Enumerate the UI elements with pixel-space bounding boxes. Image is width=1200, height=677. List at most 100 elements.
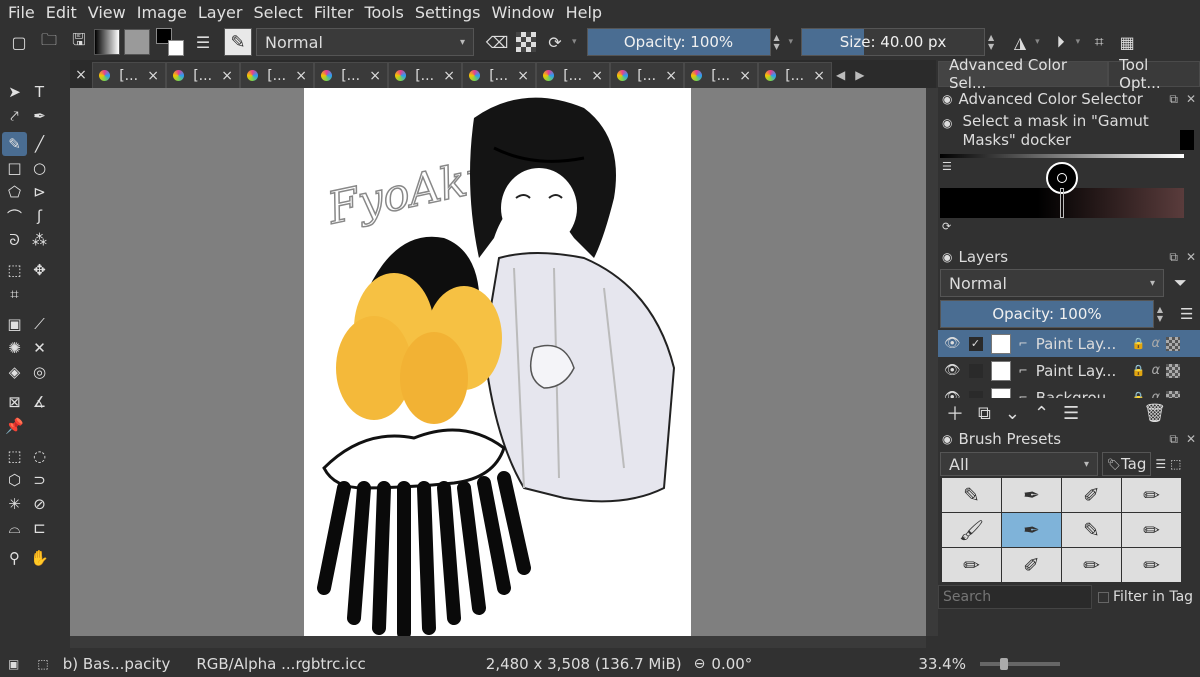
inherit-alpha-icon[interactable]	[1166, 363, 1181, 378]
reload-icon[interactable]: ⟳	[544, 31, 566, 53]
opacity-slider[interactable]: Opacity: 100%	[586, 28, 771, 56]
tab-close-icon[interactable]: ×	[147, 68, 159, 84]
document-tab[interactable]: [... ×	[536, 62, 610, 88]
brush-preset-icon[interactable]: ✐	[1062, 478, 1121, 512]
layers-opacity-spinner[interactable]: ▲ ▼	[1154, 300, 1166, 328]
eye-icon[interactable]: 👁	[944, 336, 961, 351]
document-tab[interactable]: [... ×	[462, 62, 536, 88]
gamut-mask-icon[interactable]: ◉	[942, 114, 952, 150]
tab-close-icon[interactable]: ×	[295, 68, 307, 84]
tab-close-icon[interactable]: ×	[369, 68, 381, 84]
text-tool-icon[interactable]: T	[27, 80, 52, 104]
menu-image[interactable]: Image	[137, 3, 194, 22]
brush-preset-icon[interactable]: ✒	[1002, 513, 1061, 547]
brush-preset-icon[interactable]: 🖌	[942, 513, 1001, 547]
settings-list-icon[interactable]: ☰	[942, 160, 952, 173]
document-tab[interactable]: [... ×	[92, 62, 166, 88]
tab-tool-options[interactable]: Tool Opt...	[1108, 56, 1200, 92]
perspective-grid-icon[interactable]: ⊠	[2, 390, 27, 414]
menu-view[interactable]: View	[88, 3, 133, 22]
document-tab[interactable]: [... ×	[314, 62, 388, 88]
size-spinner[interactable]: ▲ ▼	[985, 28, 997, 56]
float-docker-icon[interactable]: ⧉	[1169, 250, 1178, 265]
menu-select[interactable]: Select	[253, 3, 309, 22]
gradient-tool-icon[interactable]: ▣	[2, 312, 27, 336]
view-mode-icon[interactable]: ☰	[1155, 457, 1166, 471]
tab-close-icon[interactable]: ×	[813, 68, 825, 84]
mirror-vertical-icon[interactable]: ⏵	[1050, 31, 1072, 53]
chevron-left-icon[interactable]: ◀	[836, 68, 845, 82]
import-icon[interactable]: ⬚	[1170, 457, 1181, 471]
color-picker-icon[interactable]: ⟋	[27, 312, 52, 336]
alpha-icon[interactable]: α	[1151, 336, 1160, 351]
brush-preset-icon[interactable]: ✐	[1002, 548, 1061, 582]
calligraphy-icon[interactable]: ✒	[27, 104, 52, 128]
background-color[interactable]	[168, 40, 184, 56]
tag-button[interactable]: 🏷 Tag	[1102, 452, 1152, 476]
inherit-alpha-icon[interactable]	[1166, 336, 1181, 351]
document-tab[interactable]: [... ×	[240, 62, 314, 88]
layers-blend-select[interactable]: Normal ▾	[940, 269, 1164, 297]
horizontal-scrollbar[interactable]	[70, 636, 926, 648]
size-slider[interactable]: Size: 40.00 px	[801, 28, 986, 56]
gradient-selector[interactable]	[94, 29, 120, 55]
brush-preset-icon[interactable]: ✏	[1122, 548, 1181, 582]
bezier-select-icon[interactable]: ⌓	[2, 516, 27, 540]
move-tool-icon[interactable]: ✥	[27, 258, 52, 282]
close-docker-icon[interactable]: ✕	[1186, 432, 1196, 447]
float-docker-icon[interactable]: ⧉	[1169, 92, 1178, 107]
chevron-down-icon[interactable]: ▾	[1035, 37, 1040, 47]
move-layer-up-icon[interactable]: ⌃	[1034, 403, 1049, 424]
tab-close-icon[interactable]: ×	[739, 68, 751, 84]
float-docker-icon[interactable]: ⧉	[1169, 432, 1178, 447]
brush-tool-icon[interactable]: ✎	[2, 132, 27, 156]
artboard[interactable]: FyoAku	[304, 88, 691, 636]
tab-close-icon[interactable]: ×	[221, 68, 233, 84]
close-docker-icon[interactable]: ✕	[1186, 92, 1196, 107]
menu-help[interactable]: Help	[566, 3, 609, 22]
polyline-tool-icon[interactable]: ⊳	[27, 180, 52, 204]
move-layer-down-icon[interactable]: ⌄	[1005, 403, 1020, 424]
zoom-slider-handle[interactable]	[999, 657, 1008, 670]
chevron-down-icon[interactable]: ▾	[572, 37, 577, 47]
select-shapes-icon[interactable]: ➤	[2, 80, 27, 104]
canvas-viewport[interactable]: FyoAku	[70, 88, 926, 636]
brush-preset-icon[interactable]: ✏	[942, 548, 1001, 582]
color-selector-widget[interactable]: ☰ ⟳	[940, 154, 1184, 233]
menu-filter[interactable]: Filter	[314, 3, 361, 22]
ellipse-tool-icon[interactable]: ○	[27, 156, 52, 180]
brush-search-input[interactable]	[938, 585, 1092, 609]
freehand-path-icon[interactable]: ʃ	[27, 204, 52, 228]
rotation-icon[interactable]: ⊖	[694, 656, 706, 672]
assistant-tool-icon[interactable]: ✕	[27, 336, 52, 360]
wrap-around-icon[interactable]: ⌗	[1088, 31, 1110, 53]
reset-icon[interactable]: ⟳	[942, 220, 951, 233]
layer-row[interactable]: 👁 ⌐ Paint Lay... 🔒 α	[938, 357, 1200, 384]
tab-close-icon[interactable]: ×	[665, 68, 677, 84]
chevron-right-icon[interactable]: ▶	[855, 68, 864, 82]
eye-icon[interactable]: 👁	[944, 363, 961, 378]
brush-preset-icon[interactable]: ✏	[1122, 478, 1181, 512]
polygon-select-icon[interactable]: ⬡	[2, 468, 27, 492]
chevron-down-icon[interactable]: ▾	[789, 37, 794, 47]
docker-menu-icon[interactable]: ◉	[942, 432, 952, 446]
layer-row[interactable]: 👁 ⌐ Backgrou... 🔒 α	[938, 384, 1200, 398]
ellipse-select-icon[interactable]: ◌	[27, 444, 52, 468]
freehand-select-icon[interactable]: ⊃	[27, 468, 52, 492]
tab-close-icon[interactable]: ×	[70, 62, 92, 88]
crop-tool-icon[interactable]: ⌗	[2, 282, 27, 306]
brush-preset-icon[interactable]: ✏	[1062, 548, 1121, 582]
duplicate-layer-icon[interactable]: ⧉	[978, 403, 991, 424]
tab-advanced-color-selector[interactable]: Advanced Color Sel...	[938, 56, 1109, 92]
chevron-down-icon[interactable]: ▾	[1076, 37, 1081, 47]
tab-close-icon[interactable]: ×	[443, 68, 455, 84]
layers-menu-icon[interactable]: ☰	[1180, 305, 1193, 323]
eraser-icon[interactable]: ⌫	[486, 31, 509, 53]
reference-pin-icon[interactable]: 📌	[2, 414, 27, 438]
bezier-tool-icon[interactable]: ⌒	[2, 204, 27, 228]
layer-row[interactable]: 👁 ✓ ⌐ Paint Lay... 🔒 α	[938, 330, 1200, 357]
brush-tag-select[interactable]: All ▾	[940, 452, 1098, 476]
brush-preset-icon[interactable]: ✎	[1062, 513, 1121, 547]
workspace-icon[interactable]: ▦	[1116, 31, 1138, 53]
document-tab[interactable]: [... ×	[758, 62, 832, 88]
